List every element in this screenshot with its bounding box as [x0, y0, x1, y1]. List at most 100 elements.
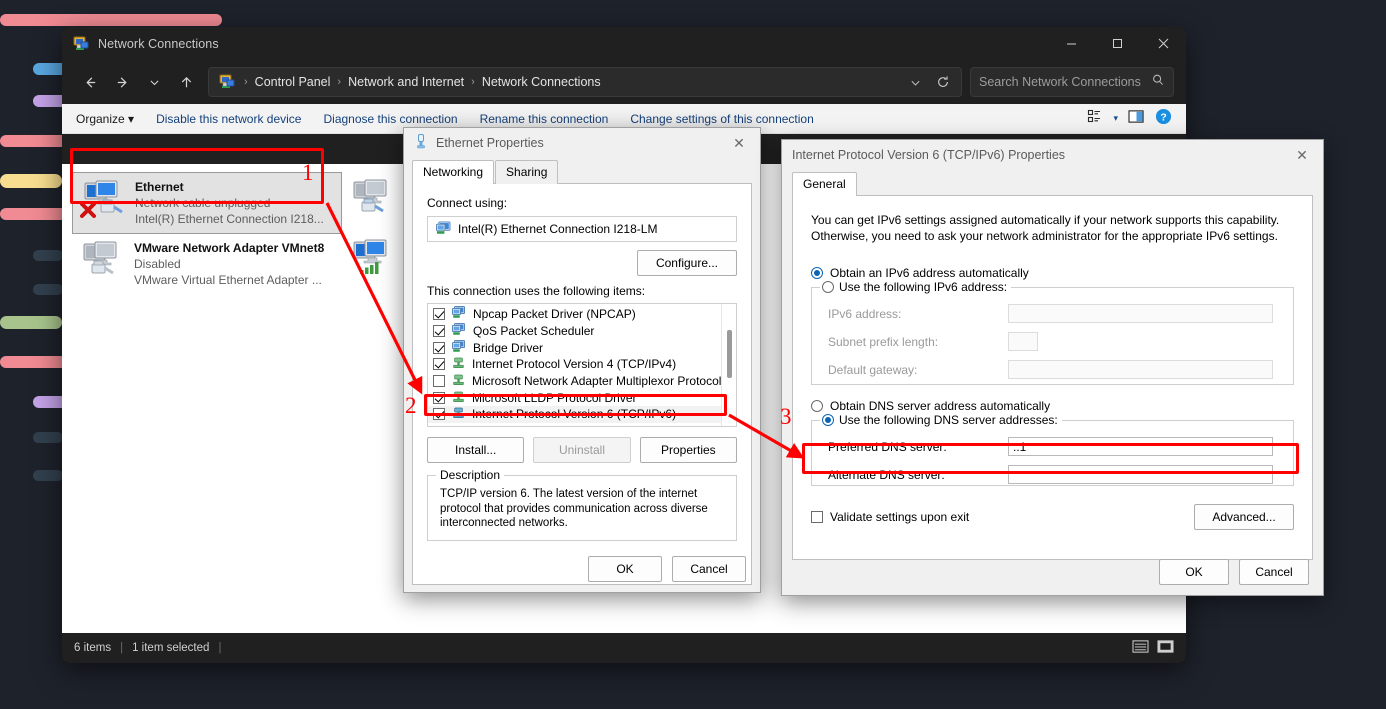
pill-dark-1 [33, 250, 63, 261]
help-icon[interactable]: ? [1155, 108, 1172, 130]
search-input[interactable]: Search Network Connections [979, 75, 1151, 89]
components-listbox[interactable]: Npcap Packet Driver (NPCAP) QoS Packet [427, 303, 737, 427]
details-view-icon[interactable] [1132, 639, 1149, 657]
ethernet-dialog-footer: OK Cancel [404, 546, 760, 592]
advanced-button[interactable]: Advanced... [1194, 504, 1294, 530]
radio-indicator[interactable] [811, 400, 823, 412]
protocol-icon [452, 406, 465, 422]
view-options-icon[interactable] [1087, 108, 1103, 129]
close-icon[interactable]: ✕ [1285, 141, 1319, 169]
radio-use-following-dns[interactable]: Use the following DNS server addresses: [820, 413, 1062, 427]
service-icon [452, 340, 466, 356]
back-button[interactable] [74, 67, 106, 97]
configure-button[interactable]: Configure... [637, 250, 737, 276]
item-checkbox[interactable] [433, 375, 445, 387]
uninstall-button[interactable]: Uninstall [533, 437, 630, 463]
adapter-name-value: Intel(R) Ethernet Connection I218-LM [458, 222, 657, 236]
ipv6-dialog-title: Internet Protocol Version 6 (TCP/IPv6) P… [792, 148, 1065, 162]
vmnet8-adapter-row[interactable]: VMware Network Adapter VMnet8 Disabled V… [72, 234, 342, 294]
footer-options-row: Validate settings upon exit Advanced... [811, 504, 1294, 530]
scrollbar-thumb[interactable] [727, 330, 732, 378]
close-icon[interactable]: ✕ [722, 129, 756, 157]
list-item[interactable]: Internet Protocol Version 4 (TCP/IPv4) [428, 356, 736, 373]
annotation-number-1: 1 [302, 160, 314, 186]
ipv6-list-item[interactable]: Internet Protocol Version 6 (TCP/IPv6) [428, 406, 736, 423]
status-separator: | [111, 642, 132, 654]
ipv6-tabstrip: General [782, 172, 1323, 196]
tab-general[interactable]: General [792, 172, 857, 196]
adapter-device: Intel(R) Ethernet Connection I218... [135, 211, 324, 227]
cancel-button[interactable]: Cancel [672, 556, 746, 582]
networking-tab-panel: Connect using: Intel(R) Ethernet Connect… [412, 183, 752, 585]
pill-yellow-1 [0, 174, 62, 188]
radio-obtain-dns-auto[interactable]: Obtain DNS server address automatically [811, 399, 1294, 413]
diagnose-connection-button[interactable]: Diagnose this connection [323, 112, 457, 126]
view-dropdown-caret-icon[interactable]: ▾ [1113, 113, 1118, 124]
disable-device-button[interactable]: Disable this network device [156, 112, 301, 126]
tiles-view-icon[interactable] [1157, 639, 1174, 657]
cancel-button[interactable]: Cancel [1239, 559, 1309, 585]
ok-button[interactable]: OK [588, 556, 662, 582]
item-checkbox[interactable] [433, 392, 445, 404]
service-icon [452, 306, 466, 322]
ethernet-adapter-text: Ethernet Network cable unplugged Intel(R… [135, 179, 324, 227]
ipv6-intro-line2: Otherwise, you need to ask your network … [811, 228, 1294, 244]
radio-indicator[interactable] [822, 414, 834, 426]
radio-indicator[interactable] [822, 281, 834, 293]
organize-button[interactable]: Organize ▾ [76, 112, 134, 126]
preferred-dns-input[interactable]: ::1 [1008, 437, 1273, 456]
item-checkbox[interactable] [433, 358, 445, 370]
rename-connection-button[interactable]: Rename this connection [480, 112, 609, 126]
properties-button[interactable]: Properties [640, 437, 737, 463]
item-checkbox[interactable] [433, 408, 445, 420]
ipv6-address-input[interactable] [1008, 304, 1273, 323]
item-checkbox[interactable] [433, 308, 445, 320]
ethernet-tabstrip: Networking Sharing [404, 160, 760, 184]
radio-indicator[interactable] [811, 267, 823, 279]
adapter-name: VMware Network Adapter VMnet8 [134, 240, 324, 256]
adapters-column-1: Ethernet Network cable unplugged Intel(R… [72, 172, 342, 294]
close-button[interactable] [1140, 27, 1186, 60]
validate-settings-checkbox[interactable]: Validate settings upon exit [811, 510, 969, 524]
list-item[interactable]: QoS Packet Scheduler [428, 323, 736, 340]
list-item[interactable]: Microsoft LLDP Protocol Driver [428, 389, 736, 406]
ethernet-properties-dialog: Ethernet Properties ✕ Networking Sharing… [403, 127, 761, 593]
change-settings-button[interactable]: Change settings of this connection [630, 112, 813, 126]
address-dropdown-button[interactable] [901, 67, 929, 97]
refresh-button[interactable] [929, 67, 957, 97]
checkbox-indicator[interactable] [811, 511, 823, 523]
subnet-prefix-input[interactable] [1008, 332, 1038, 351]
listbox-scrollbar[interactable] [721, 304, 736, 426]
list-item[interactable]: Microsoft Network Adapter Multiplexor Pr… [428, 373, 736, 390]
alternate-dns-input[interactable] [1008, 465, 1273, 484]
tab-sharing[interactable]: Sharing [495, 160, 558, 184]
annotation-number-3: 3 [780, 404, 792, 430]
ethernet-gray-icon [348, 178, 396, 222]
radio-use-following-ipv6[interactable]: Use the following IPv6 address: [820, 280, 1011, 294]
breadcrumb-control-panel[interactable]: Control Panel [251, 73, 335, 91]
minimize-button[interactable] [1048, 27, 1094, 60]
list-item[interactable]: Npcap Packet Driver (NPCAP) [428, 306, 736, 323]
default-gateway-row: Default gateway: [828, 360, 1283, 379]
breadcrumb-network-and-internet[interactable]: Network and Internet [344, 73, 468, 91]
recent-locations-button[interactable] [138, 67, 170, 97]
breadcrumb-separator: › [468, 76, 478, 88]
install-button[interactable]: Install... [427, 437, 524, 463]
maximize-button[interactable] [1094, 27, 1140, 60]
radio-obtain-ipv6-auto[interactable]: Obtain an IPv6 address automatically [811, 266, 1294, 280]
description-title: Description [436, 468, 504, 482]
item-checkbox[interactable] [433, 342, 445, 354]
item-checkbox[interactable] [433, 325, 445, 337]
search-box[interactable]: Search Network Connections [970, 67, 1174, 97]
preview-pane-icon[interactable] [1128, 109, 1145, 129]
radio-label: Obtain DNS server address automatically [830, 399, 1050, 413]
address-bar[interactable]: › Control Panel › Network and Internet ›… [208, 67, 962, 97]
up-button[interactable] [170, 67, 202, 97]
ok-button[interactable]: OK [1159, 559, 1229, 585]
tab-networking[interactable]: Networking [412, 160, 494, 184]
forward-button[interactable] [106, 67, 138, 97]
list-item[interactable]: Bridge Driver [428, 339, 736, 356]
window-controls [1048, 27, 1186, 60]
breadcrumb-network-connections[interactable]: Network Connections [478, 73, 605, 91]
default-gateway-input[interactable] [1008, 360, 1273, 379]
